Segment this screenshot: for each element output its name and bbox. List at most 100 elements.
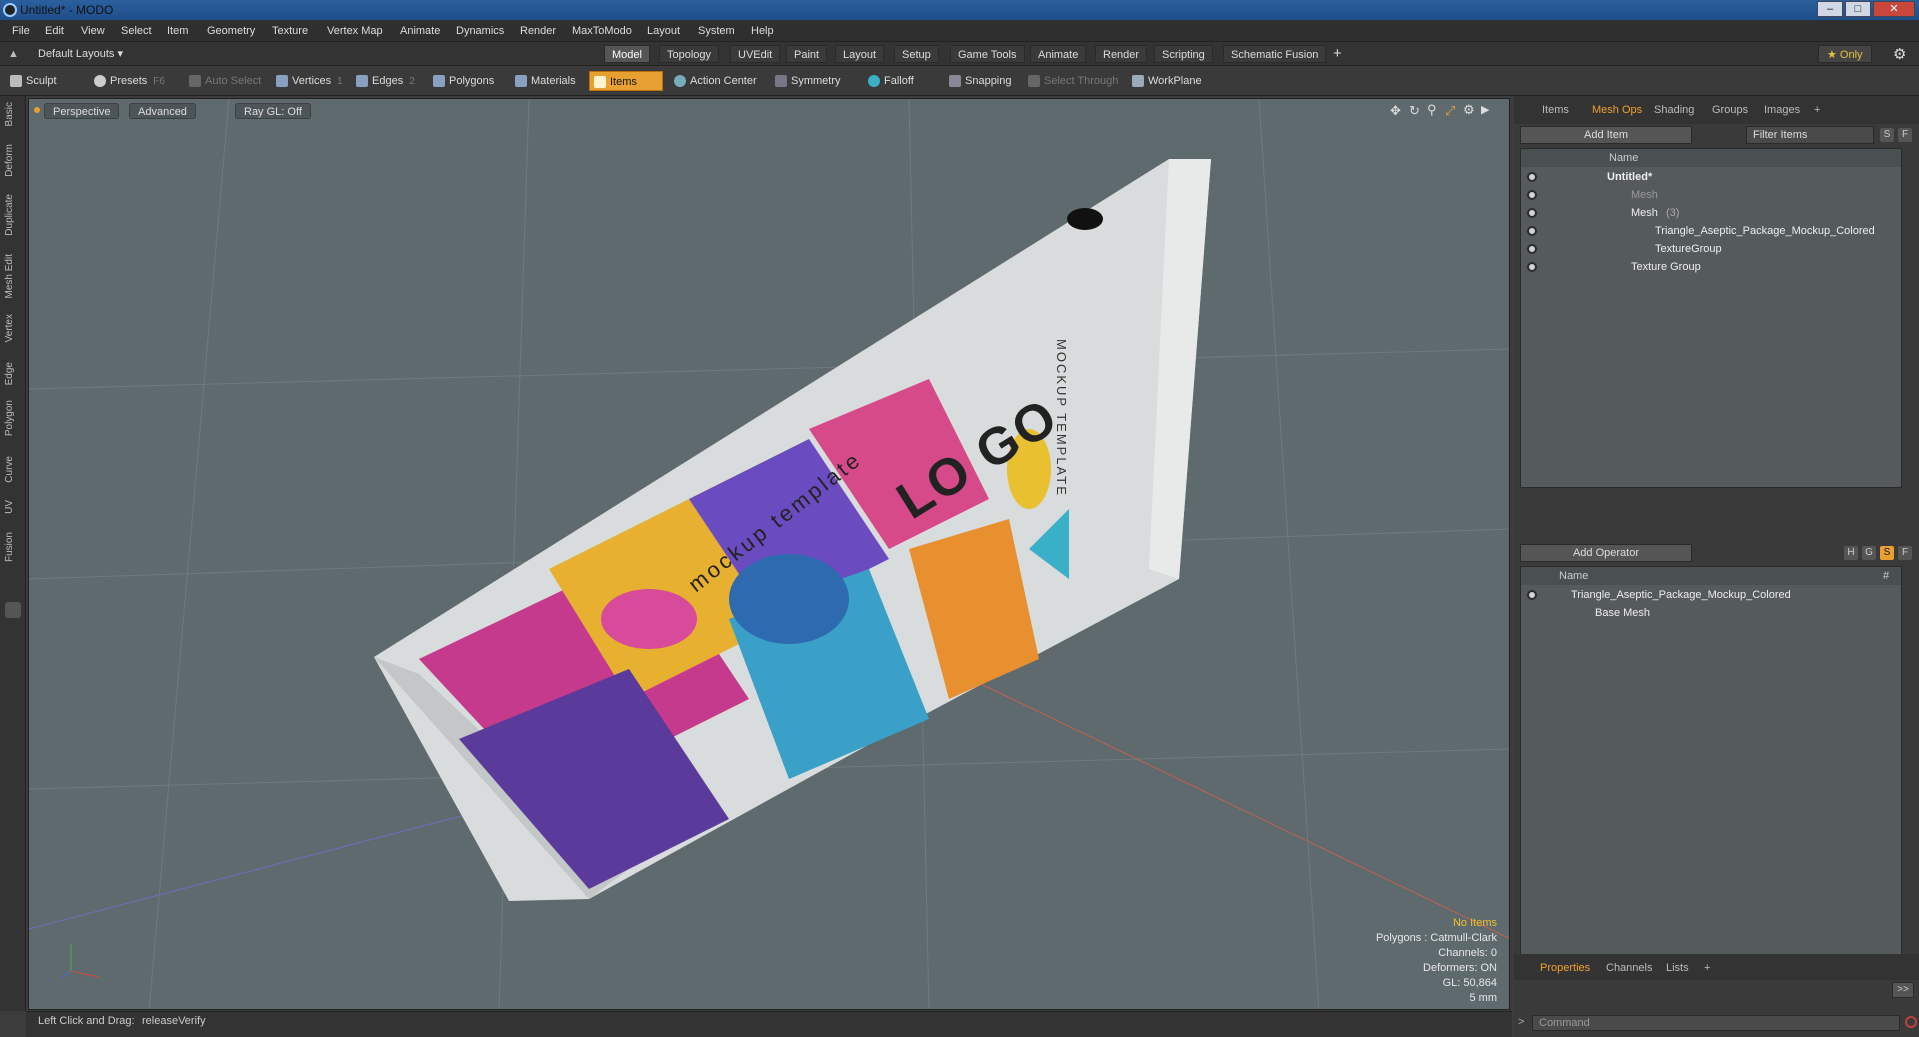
menu-maxtomodo[interactable]: MaxToModo [572,25,632,37]
tab-edge[interactable]: Edge [4,362,22,385]
tab-deform[interactable]: Deform [4,144,22,177]
tab-setup[interactable]: Setup [894,45,939,63]
eye-icon[interactable] [1527,226,1537,236]
tab-mesh-edit[interactable]: Mesh Edit [4,254,22,298]
auto-select-button[interactable]: Auto Select [185,71,265,91]
viewport-settings-icon[interactable]: ⚙ [1463,102,1475,118]
action-center-button[interactable]: Action Center [670,71,761,91]
viewport-expand-icon[interactable]: ▶ [1481,103,1489,116]
meshops-g-button[interactable]: G [1862,546,1876,560]
eye-icon[interactable] [1527,172,1537,182]
layout-selector[interactable]: Default Layouts ▾ [38,47,123,60]
select-through-button[interactable]: Select Through [1024,71,1122,91]
list-item[interactable]: Triangle_Aseptic_Package_Mockup_Colored [1521,222,1901,240]
command-input[interactable]: Command [1532,1015,1900,1031]
tab-paint[interactable]: Paint [786,45,828,63]
tab-vertex[interactable]: Vertex [4,314,22,342]
viewport-menu-icon[interactable] [34,107,40,113]
falloff-button[interactable]: Falloff [864,71,918,91]
workplane-button[interactable]: WorkPlane [1128,71,1206,91]
tab-duplicate[interactable]: Duplicate [4,194,22,236]
record-icon[interactable] [1905,1016,1917,1028]
raygl-button[interactable]: Ray GL: Off [235,103,311,119]
list-item[interactable]: Base Mesh [1521,604,1901,622]
tab-basic[interactable]: Basic [4,102,22,126]
zoom-icon[interactable]: ⚲ [1427,102,1437,118]
minimize-button[interactable]: – [1817,1,1843,17]
menu-file[interactable]: File [12,25,30,37]
tab-game-tools[interactable]: Game Tools [950,45,1025,63]
tab-items[interactable]: Items [1536,102,1575,118]
menu-texture[interactable]: Texture [272,25,308,37]
menu-layout[interactable]: Layout [647,25,680,37]
close-button[interactable]: ✕ [1873,1,1915,17]
tab-layout[interactable]: Layout [835,45,885,63]
maximize-button[interactable]: □ [1845,1,1871,17]
snapping-button[interactable]: Snapping [945,71,1016,91]
menu-select[interactable]: Select [121,25,152,37]
presets-button[interactable]: Presets F6 [90,71,169,91]
tab-fusion[interactable]: Fusion [4,532,22,562]
add-panel-tab[interactable]: + [1808,102,1826,118]
eye-icon[interactable] [1527,190,1537,200]
vertices-button[interactable]: Vertices 1 [272,71,347,91]
edges-button[interactable]: Edges 2 [352,71,419,91]
meshops-s-button[interactable]: S [1880,546,1894,560]
tab-channels[interactable]: Channels [1600,960,1658,976]
menu-help[interactable]: Help [751,25,774,37]
items-s-button[interactable]: S [1880,128,1894,142]
tab-mesh-ops[interactable]: Mesh Ops [1586,102,1648,118]
tab-curve[interactable]: Curve [4,456,22,483]
list-item[interactable]: Triangle_Aseptic_Package_Mockup_Colored [1521,586,1901,604]
polygons-button[interactable]: Polygons [429,71,498,91]
tab-render[interactable]: Render [1095,45,1148,63]
list-item[interactable]: Texture Group [1521,258,1901,276]
menu-vertex-map[interactable]: Vertex Map [327,25,383,37]
items-button[interactable]: Items [589,71,663,91]
filter-items-input[interactable]: Filter Items [1746,126,1874,144]
meshops-h-button[interactable]: H [1844,546,1858,560]
tab-scroll-handle[interactable] [5,602,21,618]
view-perspective-button[interactable]: Perspective [44,103,120,119]
expand-button[interactable]: >> [1892,982,1914,998]
menu-edit[interactable]: Edit [45,25,64,37]
add-properties-tab[interactable]: + [1698,960,1716,976]
pan-icon[interactable]: ✥ [1390,103,1401,119]
tab-lists[interactable]: Lists [1660,960,1695,976]
tab-model[interactable]: Model [604,45,650,63]
tab-groups[interactable]: Groups [1706,102,1754,118]
tab-polygon[interactable]: Polygon [4,400,22,436]
add-operator-button[interactable]: Add Operator [1520,544,1692,562]
eye-icon[interactable] [1527,590,1537,600]
3d-viewport[interactable]: LO GO mockup template MOCKUP TEMPLATE Pe… [28,98,1510,1010]
symmetry-button[interactable]: Symmetry [771,71,845,91]
menu-animate[interactable]: Animate [400,25,440,37]
tab-schematic-fusion[interactable]: Schematic Fusion [1223,45,1327,63]
rotate-icon[interactable]: ↻ [1409,103,1420,119]
menu-item[interactable]: Item [167,25,188,37]
meshops-f-button[interactable]: F [1898,546,1912,560]
add-item-button[interactable]: Add Item [1520,126,1692,144]
eye-icon[interactable] [1527,262,1537,272]
tab-images[interactable]: Images [1758,102,1806,118]
tab-animate[interactable]: Animate [1030,45,1087,63]
tab-topology[interactable]: Topology [659,45,720,63]
menu-geometry[interactable]: Geometry [207,25,255,37]
tab-uv[interactable]: UV [4,500,22,514]
layout-menu-icon[interactable]: ▲ [8,48,19,60]
shading-advanced-button[interactable]: Advanced [129,103,196,119]
items-f-button[interactable]: F [1898,128,1912,142]
eye-icon[interactable] [1527,208,1537,218]
menu-dynamics[interactable]: Dynamics [456,25,504,37]
gear-icon[interactable]: ⚙ [1893,45,1906,63]
fit-icon[interactable]: ⤢ [1445,103,1455,119]
tab-shading[interactable]: Shading [1648,102,1700,118]
tab-scripting[interactable]: Scripting [1154,45,1213,63]
menu-system[interactable]: System [698,25,735,37]
sculpt-button[interactable]: Sculpt [6,71,61,91]
tab-properties[interactable]: Properties [1534,960,1596,976]
menu-view[interactable]: View [81,25,105,37]
menu-render[interactable]: Render [520,25,556,37]
list-item[interactable]: Mesh [1521,186,1901,204]
materials-button[interactable]: Materials [511,71,580,91]
